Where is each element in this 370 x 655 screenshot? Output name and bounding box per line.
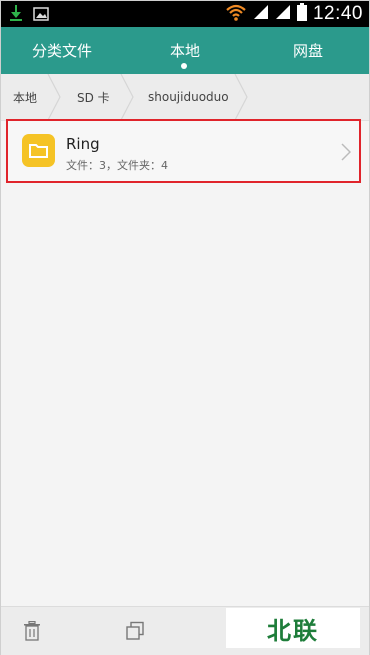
list-item[interactable]: Ring 文件：3，文件夹：4 <box>6 119 361 183</box>
breadcrumb-item-sdcard[interactable]: SD 卡 <box>77 74 110 120</box>
chevron-right-icon <box>341 143 351 161</box>
clock: 12:40 <box>312 3 363 24</box>
status-bar: 12:40 <box>1 1 369 27</box>
wifi-icon <box>225 2 247 26</box>
trash-icon[interactable] <box>23 620 41 645</box>
breadcrumb-item-folder[interactable]: shoujiduoduo <box>148 74 229 120</box>
watermark-logo: 北联 <box>226 608 360 648</box>
item-subtitle: 文件：3，文件夹：4 <box>66 159 168 172</box>
signal-icon <box>253 4 269 24</box>
tab-categories[interactable]: 分类文件 <box>1 27 123 74</box>
item-title: Ring <box>66 135 100 153</box>
folder-icon <box>22 134 55 167</box>
breadcrumb: 本地 SD 卡 shoujiduoduo <box>1 74 369 121</box>
breadcrumb-separator-icon <box>47 74 61 120</box>
signal-icon <box>275 4 291 24</box>
breadcrumb-item-local[interactable]: 本地 <box>13 74 37 120</box>
active-tab-indicator <box>181 63 187 69</box>
breadcrumb-separator-icon <box>120 74 134 120</box>
copy-icon[interactable] <box>125 621 145 645</box>
image-icon <box>33 6 49 25</box>
download-icon <box>9 4 23 26</box>
battery-icon <box>296 3 307 25</box>
tab-cloud[interactable]: 网盘 <box>247 27 369 74</box>
breadcrumb-separator-icon <box>234 74 248 120</box>
